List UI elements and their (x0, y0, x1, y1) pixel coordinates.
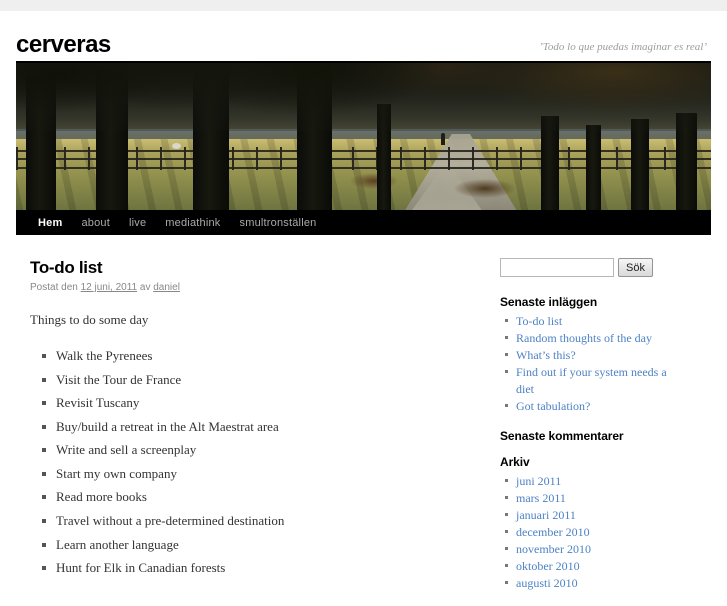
list-item: januari 2011 (505, 507, 686, 524)
widget-archives: Arkiv juni 2011 mars 2011 januari 2011 d… (500, 455, 686, 592)
post-meta-prefix: Postat den (30, 282, 78, 293)
nav-item-smultronstallen[interactable]: smultronställen (240, 217, 317, 229)
widget-title-recent-posts: Senaste inläggen (500, 295, 598, 309)
post-title[interactable]: To-do list (30, 258, 486, 278)
list-item: Random thoughts of the day (505, 330, 686, 347)
post-date-link[interactable]: 12 juni, 2011 (81, 282, 138, 293)
post-meta-by: av (139, 282, 151, 293)
list-item: Start my own company (42, 465, 486, 483)
banner-tree-trunk (585, 124, 602, 210)
list-item: Got tabulation? (505, 398, 686, 415)
list-item: november 2010 (505, 541, 686, 558)
post-meta: Postat den 12 juni, 2011 av daniel (30, 282, 486, 293)
list-item: december 2010 (505, 524, 686, 541)
list-item: Walk the Pyrenees (42, 347, 486, 365)
archive-link[interactable]: januari 2011 (516, 508, 576, 522)
post-author-link[interactable]: daniel (153, 282, 180, 293)
site-title[interactable]: cerveras (16, 25, 111, 57)
archive-link[interactable]: augusti 2010 (516, 576, 578, 590)
nav-item-live[interactable]: live (129, 217, 146, 229)
search-form[interactable]: Sök (500, 258, 686, 277)
recent-posts-list: To-do list Random thoughts of the day Wh… (500, 313, 686, 415)
list-item: Buy/build a retreat in the Alt Maestrat … (42, 418, 486, 436)
list-item: Hunt for Elk in Canadian forests (42, 559, 486, 577)
recent-post-link[interactable]: What’s this? (516, 348, 576, 362)
banner-walking-figure (441, 133, 446, 146)
list-item: Write and sell a screenplay (42, 441, 486, 459)
archive-link[interactable]: november 2010 (516, 542, 591, 556)
recent-post-link[interactable]: Find out if your system needs a diet (516, 365, 667, 396)
search-submit-button[interactable]: Sök (618, 258, 653, 277)
list-item: Learn another language (42, 536, 486, 554)
widget-recent-posts: Senaste inläggen To-do list Random thoug… (500, 295, 686, 415)
browser-top-band (0, 0, 727, 11)
post-body: Things to do some day Walk the Pyrenees … (30, 310, 486, 577)
recent-post-link[interactable]: Random thoughts of the day (516, 331, 652, 345)
recent-post-link[interactable]: Got tabulation? (516, 399, 590, 413)
list-item: To-do list (505, 313, 686, 330)
list-item: What’s this? (505, 347, 686, 364)
widget-recent-comments: Senaste kommentarer (500, 429, 686, 443)
recent-post-link[interactable]: To-do list (516, 314, 562, 328)
banner-leaf-pile-right (453, 179, 517, 199)
main-area: To-do list Postat den 12 juni, 2011 av d… (0, 235, 727, 606)
list-item: augusti 2010 (505, 575, 686, 592)
nav-item-mediathink[interactable]: mediathink (165, 217, 220, 229)
site-tagline: ’Todo lo que puedas imaginar es real’ (539, 41, 707, 53)
archives-list: juni 2011 mars 2011 januari 2011 decembe… (500, 473, 686, 592)
nav-item-hem[interactable]: Hem (38, 217, 62, 229)
archive-link[interactable]: mars 2011 (516, 491, 566, 505)
nav-item-about[interactable]: about (81, 217, 110, 229)
list-item: juni 2011 (505, 473, 686, 490)
sidebar: Sök Senaste inläggen To-do list Random t… (486, 235, 686, 606)
header-banner-image (16, 61, 711, 210)
banner-scene (16, 63, 711, 210)
archive-link[interactable]: juni 2011 (516, 474, 561, 488)
list-item: Read more books (42, 488, 486, 506)
banner-tree-trunk (631, 118, 650, 210)
search-input[interactable] (500, 258, 614, 277)
list-item: Travel without a pre-determined destinat… (42, 512, 486, 530)
list-item: Visit the Tour de France (42, 371, 486, 389)
widget-title-recent-comments: Senaste kommentarer (500, 429, 624, 444)
archive-link[interactable]: oktober 2010 (516, 559, 580, 573)
widget-title-archives: Arkiv (500, 455, 530, 470)
list-item: Revisit Tuscany (42, 394, 486, 412)
post-content-column: To-do list Postat den 12 juni, 2011 av d… (16, 235, 486, 606)
list-item: mars 2011 (505, 490, 686, 507)
primary-navigation[interactable]: Hem about live mediathink smultronställe… (16, 210, 711, 235)
todo-list: Walk the Pyrenees Visit the Tour de Fran… (30, 347, 486, 576)
archive-link[interactable]: december 2010 (516, 525, 590, 539)
list-item: Find out if your system needs a diet (505, 364, 686, 398)
page-wrapper: cerveras ’Todo lo que puedas imaginar es… (0, 11, 727, 606)
site-header: cerveras ’Todo lo que puedas imaginar es… (0, 11, 727, 61)
post-intro-paragraph: Things to do some day (30, 312, 149, 327)
list-item: oktober 2010 (505, 558, 686, 575)
banner-canopy (16, 63, 711, 131)
